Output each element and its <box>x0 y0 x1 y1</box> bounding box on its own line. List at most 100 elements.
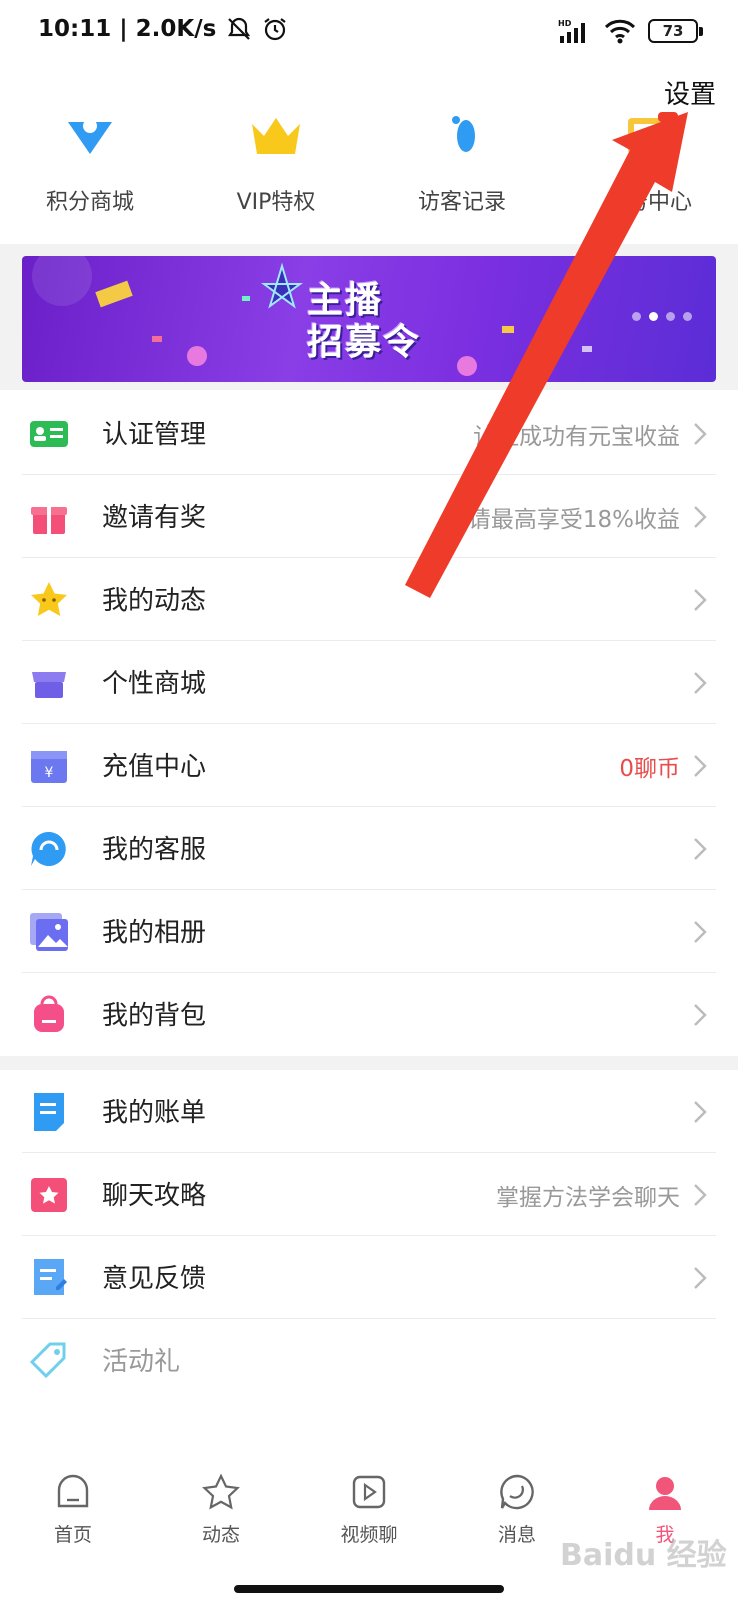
banner-line-1: 主播 <box>307 280 384 321</box>
menu-item-label: 充值中心 <box>102 752 207 782</box>
bottom-tab-bar: 首页 动态 视频聊 消息 我 <box>0 1454 738 1600</box>
tab-video-chat[interactable]: 视频聊 <box>304 1472 434 1552</box>
menu-item-my-posts[interactable]: 我的动态 <box>22 558 716 641</box>
shortcut-points-mall[interactable]: 积分商城 <box>0 112 180 240</box>
menu-item-label: 邀请有奖 <box>102 503 207 533</box>
menu-item-verification[interactable]: 认证管理 认证成功有元宝收益 <box>22 392 716 475</box>
menu-item-activity[interactable]: 活动礼 <box>22 1319 716 1402</box>
wifi-icon <box>604 19 636 44</box>
points-mall-icon <box>68 119 112 154</box>
chevron-right-icon <box>694 921 707 943</box>
menu-item-label: 我的客服 <box>102 835 207 865</box>
headset-icon <box>31 831 66 866</box>
tab-home[interactable]: 首页 <box>8 1472 138 1552</box>
section-divider <box>0 1056 738 1070</box>
carousel-dot <box>683 312 692 321</box>
menu-item-value: 掌握方法学会聊天 <box>496 1185 680 1211</box>
chevron-right-icon <box>694 1101 707 1123</box>
menu-item-value: 邀请最高享受18%收益 <box>444 507 680 533</box>
task-center-icon <box>628 112 678 154</box>
profile-icon <box>649 1477 681 1510</box>
bill-icon <box>34 1093 64 1131</box>
status-bar: 10:11 | 2.0K/s HD 73 <box>0 0 738 66</box>
menu-item-recharge[interactable]: ¥ 充值中心 0聊币 <box>22 724 716 807</box>
svg-text:¥: ¥ <box>45 765 54 781</box>
menu-item-backpack[interactable]: 我的背包 <box>22 973 716 1056</box>
menu-group-1: 认证管理 认证成功有元宝收益 邀请有奖 邀请最高享受18%收益 我的动态 个性商… <box>0 392 738 1056</box>
status-time: 10:11 | 2.0K/s <box>38 16 217 42</box>
tab-label: 动态 <box>201 1524 240 1546</box>
menu-item-label: 我的背包 <box>102 1001 207 1031</box>
id-card-icon <box>30 421 68 447</box>
menu-item-label: 我的相册 <box>102 918 207 948</box>
menu-item-label: 我的账单 <box>102 1098 207 1128</box>
shop-icon <box>32 672 66 698</box>
mute-icon <box>228 17 251 40</box>
menu-item-label: 聊天攻略 <box>102 1181 207 1211</box>
tag-icon <box>29 1342 66 1379</box>
menu-item-chat-guide[interactable]: 聊天攻略 掌握方法学会聊天 <box>22 1153 716 1236</box>
menu-item-value: 认证成功有元宝收益 <box>473 424 680 450</box>
tab-feed[interactable]: 动态 <box>156 1472 286 1552</box>
guide-icon <box>31 1178 67 1212</box>
shortcut-label: 任务中心 <box>603 190 692 215</box>
footprint-icon <box>452 116 475 152</box>
battery-indicator: 73 <box>648 19 703 43</box>
menu-item-label: 活动礼 <box>102 1347 181 1377</box>
menu-item-bills[interactable]: 我的账单 <box>22 1070 716 1153</box>
shortcut-label: VIP特权 <box>236 190 316 215</box>
menu-item-invite[interactable]: 邀请有奖 邀请最高享受18%收益 <box>22 475 716 558</box>
shortcut-vip[interactable]: VIP特权 <box>186 112 366 240</box>
chevron-right-icon <box>694 672 707 694</box>
menu-item-label: 意见反馈 <box>102 1264 207 1294</box>
menu-group-2: 我的账单 聊天攻略 掌握方法学会聊天 意见反馈 活动礼 <box>0 1070 738 1402</box>
feedback-icon <box>34 1259 67 1295</box>
tab-label: 视频聊 <box>340 1524 398 1546</box>
chevron-right-icon <box>694 506 707 528</box>
carousel-dot <box>666 312 675 321</box>
chevron-right-icon <box>694 423 707 445</box>
status-left: 10:11 | 2.0K/s <box>38 16 288 42</box>
menu-item-feedback[interactable]: 意见反馈 <box>22 1236 716 1319</box>
wallet-icon: ¥ <box>31 751 67 783</box>
chevron-right-icon <box>694 589 707 611</box>
banner-title: 主播 招募令 <box>307 280 421 364</box>
network-type: HD <box>558 19 572 28</box>
shortcut-row: 积分商城 VIP特权 访客记录 任务中心 <box>0 112 738 240</box>
promo-banner[interactable]: 主播 招募令 <box>22 256 716 382</box>
chevron-right-icon <box>694 755 707 777</box>
shortcut-label: 积分商城 <box>45 190 134 215</box>
crown-icon <box>252 118 300 154</box>
backpack-icon <box>34 995 64 1032</box>
star-outline-icon <box>202 1473 240 1510</box>
menu-item-label: 个性商城 <box>102 669 207 699</box>
carousel-dot <box>632 312 641 321</box>
banner-line-2: 招募令 <box>307 322 422 363</box>
menu-item-label: 我的动态 <box>102 586 207 616</box>
alarm-icon <box>264 18 286 41</box>
menu-item-value: 0聊币 <box>619 756 680 782</box>
status-right: HD 73 <box>558 18 703 44</box>
signal-icon: HD <box>558 19 585 43</box>
menu-item-album[interactable]: 我的相册 <box>22 890 716 973</box>
settings-button[interactable]: 设置 <box>664 74 716 111</box>
menu-item-label: 认证管理 <box>102 420 207 450</box>
message-icon <box>500 1474 534 1510</box>
watermark: Baidu 经验 <box>560 1538 727 1573</box>
menu-item-shop[interactable]: 个性商城 <box>22 641 716 724</box>
shortcut-visitors[interactable]: 访客记录 <box>372 112 552 240</box>
carousel-dots <box>632 312 692 321</box>
home-icon <box>57 1474 89 1508</box>
gift-icon <box>31 507 67 534</box>
chevron-right-icon <box>694 1267 707 1289</box>
album-icon <box>30 913 68 951</box>
menu-item-customer-service[interactable]: 我的客服 <box>22 807 716 890</box>
chevron-right-icon <box>694 1004 707 1026</box>
home-indicator[interactable] <box>234 1585 504 1593</box>
tab-label: 首页 <box>53 1524 92 1546</box>
video-icon <box>352 1475 386 1509</box>
chevron-right-icon <box>694 1184 707 1206</box>
carousel-dot-active <box>649 312 658 321</box>
shortcut-task-center[interactable]: 任务中心 <box>558 112 738 240</box>
chevron-right-icon <box>694 838 707 860</box>
